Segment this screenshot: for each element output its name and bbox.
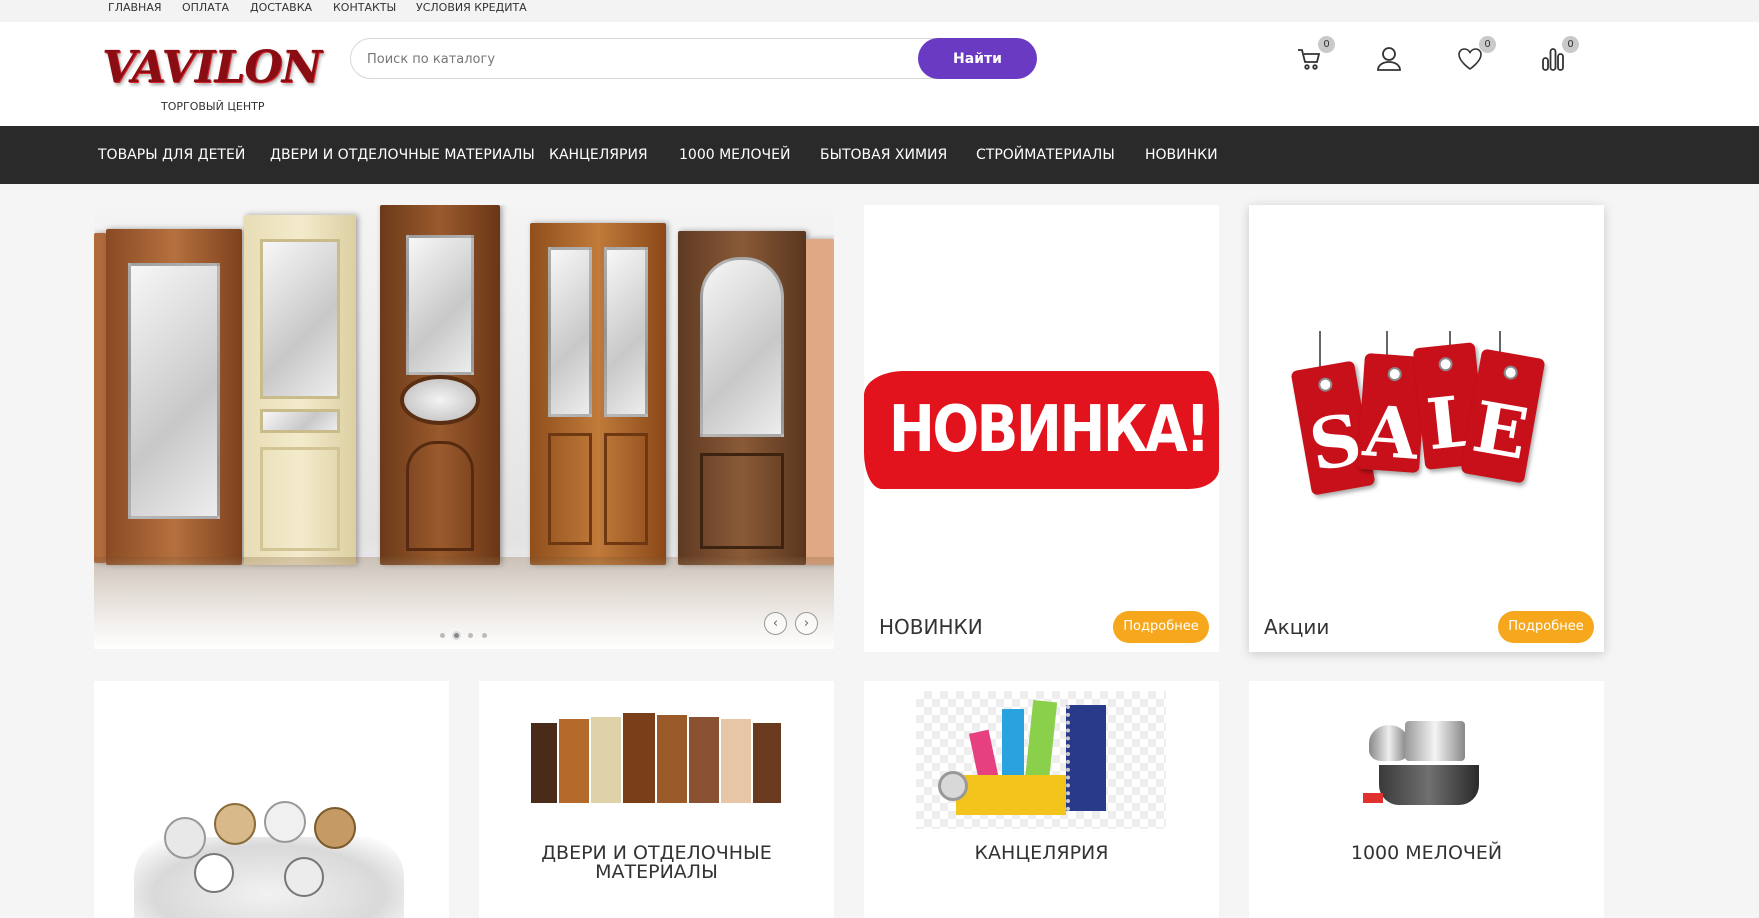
- door-image: [106, 229, 242, 565]
- nav-item-doors[interactable]: ДВЕРИ И ОТДЕЛОЧНЫЕ МАТЕРИАЛЫ: [270, 147, 535, 163]
- category-card-doors[interactable]: ДВЕРИ И ОТДЕЛОЧНЫЕ МАТЕРИАЛЫ: [479, 681, 834, 918]
- nav-item-stationery[interactable]: КАНЦЕЛЯРИЯ: [549, 147, 648, 163]
- novinka-banner-image: НОВИНКА!: [864, 371, 1219, 489]
- door-image: [380, 205, 500, 565]
- category-card-stationery[interactable]: КАНЦЕЛЯРИЯ: [864, 681, 1219, 918]
- category-label: ДВЕРИ И ОТДЕЛОЧНЫЕ МАТЕРИАЛЫ: [541, 842, 772, 883]
- account-button[interactable]: [1376, 42, 1410, 76]
- more-button[interactable]: Подробнее: [1498, 611, 1594, 643]
- promo-card-new[interactable]: НОВИНКА! НОВИНКИ Подробнее: [864, 205, 1219, 652]
- slider-dot[interactable]: [482, 633, 487, 638]
- cart-count-badge: 0: [1318, 36, 1335, 53]
- compare-icon: [1542, 48, 1564, 71]
- compare-button[interactable]: 0: [1540, 36, 1579, 76]
- heart-icon: [1458, 48, 1482, 70]
- search-input[interactable]: [367, 48, 847, 70]
- slider-dot[interactable]: [468, 633, 473, 638]
- door-image: [244, 215, 356, 565]
- wishlist-count-badge: 0: [1479, 36, 1496, 53]
- top-link-home[interactable]: ГЛАВНАЯ: [108, 1, 162, 14]
- slider-next-arrow-icon[interactable]: ›: [795, 612, 818, 635]
- more-button[interactable]: Подробнее: [1113, 611, 1209, 643]
- hero-slider[interactable]: ‹ ›: [94, 205, 834, 649]
- promo-title: Акции: [1264, 615, 1330, 639]
- category-card-1000-trifles[interactable]: 1000 МЕЛОЧЕЙ: [1249, 681, 1604, 918]
- category-card-kids[interactable]: [94, 681, 449, 918]
- doors-category-image: [531, 713, 781, 809]
- promo-card-sale[interactable]: S ALE Акции Подробнее: [1249, 205, 1604, 652]
- door-image: [530, 223, 666, 565]
- slider-prev-arrow-icon[interactable]: ‹: [764, 612, 787, 635]
- logo-wordmark: VAVILON: [102, 42, 322, 93]
- stationery-category-image: [916, 691, 1166, 829]
- logo[interactable]: VAVILON ТОРГОВЫЙ ЦЕНТР: [102, 42, 322, 122]
- top-link-credit[interactable]: УСЛОВИЯ КРЕДИТА: [416, 1, 527, 14]
- nav-item-1000-trifles[interactable]: 1000 МЕЛОЧЕЙ: [679, 147, 790, 163]
- site-header: VAVILON ТОРГОВЫЙ ЦЕНТР Найти 0 0 0: [0, 22, 1759, 126]
- wishlist-button[interactable]: 0: [1457, 36, 1496, 76]
- logo-subtitle: ТОРГОВЫЙ ЦЕНТР: [161, 100, 265, 113]
- door-image: [94, 233, 106, 563]
- sale-letter: E: [1466, 384, 1534, 476]
- main-nav: ТОВАРЫ ДЛЯ ДЕТЕЙ ДВЕРИ И ОТДЕЛОЧНЫЕ МАТЕ…: [0, 126, 1759, 184]
- slider-dot[interactable]: [440, 633, 445, 638]
- door-image: [678, 231, 806, 565]
- category-label: 1000 МЕЛОЧЕЙ: [1350, 842, 1503, 864]
- nav-item-new[interactable]: НОВИНКИ: [1145, 147, 1218, 163]
- nav-item-building-materials[interactable]: СТРОЙМАТЕРИАЛЫ: [976, 147, 1115, 163]
- search-button[interactable]: Найти: [918, 38, 1037, 79]
- slider-dot-active[interactable]: [454, 633, 459, 638]
- top-link-contacts[interactable]: КОНТАКТЫ: [333, 1, 396, 14]
- cart-button[interactable]: 0: [1296, 36, 1335, 76]
- promo-title: НОВИНКИ: [879, 615, 983, 639]
- top-utility-bar: ГЛАВНАЯ ОПЛАТА ДОСТАВКА КОНТАКТЫ УСЛОВИЯ…: [0, 0, 1759, 22]
- search-bar: Найти: [350, 38, 1037, 79]
- cart-icon: [1298, 49, 1321, 70]
- cookware-category-image: [1361, 717, 1491, 813]
- user-icon: [1377, 47, 1401, 71]
- nav-item-household-chemicals[interactable]: БЫТОВАЯ ХИМИЯ: [820, 147, 947, 163]
- plush-toys-image: [134, 797, 404, 918]
- compare-count-badge: 0: [1562, 36, 1579, 53]
- sale-letter: A: [1360, 389, 1421, 476]
- door-image: [806, 239, 834, 565]
- slider-dots: [440, 623, 496, 642]
- top-link-delivery[interactable]: ДОСТАВКА: [250, 1, 312, 14]
- top-link-payment[interactable]: ОПЛАТА: [182, 1, 229, 14]
- category-label: КАНЦЕЛЯРИЯ: [974, 842, 1109, 864]
- nav-item-kids[interactable]: ТОВАРЫ ДЛЯ ДЕТЕЙ: [98, 147, 245, 163]
- novinka-banner-text: НОВИНКА!: [888, 393, 1211, 467]
